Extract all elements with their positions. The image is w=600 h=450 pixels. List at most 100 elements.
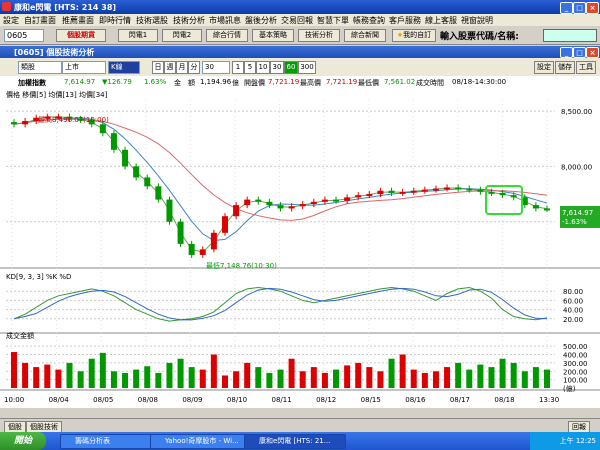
menu-window-help[interactable]: 視窗說明: [461, 15, 493, 26]
amount-label: 金: [174, 79, 181, 87]
index-name: 加權指數: [18, 79, 46, 87]
period-day-button[interactable]: 日: [152, 61, 164, 74]
maximize-button[interactable]: □: [573, 2, 586, 14]
interval-5-button[interactable]: 5: [244, 61, 256, 74]
x-tick-label: 08/10: [227, 396, 247, 404]
chart-type-select[interactable]: K線: [108, 61, 140, 74]
menu-smart-order[interactable]: 智慧下單: [317, 15, 349, 26]
type-select[interactable]: 類股: [18, 61, 62, 74]
toolbar: 0605 個股期貨 閃電1 閃電2 綜合行情 基本策略 技術分析 綜合新聞 ★我…: [0, 26, 600, 45]
interval-1-button[interactable]: 1: [232, 61, 244, 74]
task-chip-analysis[interactable]: 籌碼分析表: [60, 434, 156, 449]
menu-customer-service[interactable]: 客戶服務: [389, 15, 421, 26]
candle: [11, 122, 17, 125]
low-label: 最低價: [358, 79, 379, 87]
candle: [177, 221, 184, 244]
time-label: 成交時間: [416, 79, 444, 87]
period-minute-button[interactable]: 分: [188, 61, 200, 74]
candle: [510, 195, 517, 198]
x-tick-label: 08/18: [494, 396, 514, 404]
stock-futures-button[interactable]: 個股期貨: [56, 29, 106, 42]
candle: [421, 189, 428, 192]
interval-60-button[interactable]: 60: [284, 61, 298, 74]
save-button[interactable]: 儲存: [555, 61, 575, 74]
price-tick-label: 8,000.00: [561, 163, 592, 171]
menu-tech-screener[interactable]: 技術選股: [136, 15, 168, 26]
composite-quotes-button[interactable]: 綜合行情: [206, 29, 248, 42]
candle: [299, 204, 306, 207]
candle: [244, 199, 251, 206]
candle: [366, 194, 373, 197]
menu-settings[interactable]: 設定: [3, 15, 19, 26]
lightning2-button[interactable]: 閃電2: [162, 29, 202, 42]
menu-after-hours[interactable]: 盤後分析: [245, 15, 277, 26]
volume-bar: [544, 369, 550, 388]
x-tick-label: 08/15: [361, 396, 381, 404]
menu-realtime-quotes[interactable]: 即時行情: [99, 15, 131, 26]
open-label: 開盤價: [244, 79, 265, 87]
stock-search-input[interactable]: [543, 29, 597, 42]
last-change-label: -1.63%: [562, 218, 587, 226]
basic-strategy-button[interactable]: 基本策略: [252, 29, 294, 42]
volume-bar: [233, 371, 240, 388]
volume-bar: [455, 362, 462, 388]
menu-account[interactable]: 帳務查詢: [353, 15, 385, 26]
volume-bar: [99, 352, 106, 388]
index-change: ▼126.79: [102, 78, 132, 86]
panel-minimize-button[interactable]: _: [560, 47, 573, 58]
volume-bar: [11, 352, 17, 388]
menu-trade-report[interactable]: 交易回報: [281, 15, 313, 26]
volume-bar: [510, 362, 517, 388]
x-tick-label: 13:30: [539, 396, 559, 404]
menu-market-news[interactable]: 市場訊息: [209, 15, 241, 26]
candle: [477, 189, 484, 192]
volume-unit-label: (億): [563, 384, 576, 393]
volume-bar: [44, 364, 51, 388]
composite-news-button[interactable]: 綜合新聞: [344, 29, 386, 42]
volume-tick-label: 300.00: [563, 360, 588, 368]
interval-30-button[interactable]: 30: [270, 61, 284, 74]
amount-unit: 億: [232, 79, 239, 87]
period-month-button[interactable]: 月: [176, 61, 188, 74]
close-button[interactable]: ×: [586, 2, 599, 14]
menu-online-support[interactable]: 線上客服: [425, 15, 457, 26]
menu-tech-analysis[interactable]: 技術分析: [173, 15, 205, 26]
menu-recommended[interactable]: 推薦畫面: [62, 15, 94, 26]
volume-tick-label: 200.00: [563, 368, 588, 376]
candle: [333, 199, 340, 202]
settings-button[interactable]: 設定: [534, 61, 554, 74]
minimize-button[interactable]: _: [560, 2, 573, 14]
technical-chart[interactable]: 8,500.008,000.007,500.0080.0060.0040.002…: [0, 88, 600, 408]
volume-bar: [166, 362, 173, 388]
minute-select[interactable]: 30: [202, 61, 230, 74]
low-value: 7,561.02: [384, 78, 416, 86]
volume-bar: [421, 372, 428, 388]
interval-10-button[interactable]: 10: [256, 61, 270, 74]
tech-analysis-button[interactable]: 技術分析: [298, 29, 340, 42]
x-tick-label: 08/09: [182, 396, 202, 404]
interval-300-button[interactable]: 300: [298, 61, 316, 74]
candle: [310, 201, 317, 205]
volume-bar: [466, 369, 473, 388]
volume-bar: [188, 367, 195, 388]
volume-bar: [244, 362, 251, 388]
favorites-button[interactable]: ★我的自訂: [392, 29, 436, 42]
stock-code-input[interactable]: 0605: [4, 29, 44, 42]
start-button[interactable]: 開始: [0, 432, 46, 450]
amount-label-2: 額: [188, 79, 195, 87]
volume-tick-label: 500.00: [563, 343, 588, 351]
period-week-button[interactable]: 週: [164, 61, 176, 74]
candle: [488, 191, 495, 194]
panel-maximize-button[interactable]: □: [573, 47, 586, 58]
tools-button[interactable]: 工具: [576, 61, 596, 74]
market-select[interactable]: 上市: [62, 61, 106, 74]
window-title: 康和e閃電 [HTS: 214 38]: [14, 3, 117, 12]
lightning1-button[interactable]: 閃電1: [118, 29, 158, 42]
task-yahoo[interactable]: Yahoo!奇摩股市 - Wi...: [150, 434, 252, 449]
menu-custom-screen[interactable]: 自訂畫面: [24, 15, 56, 26]
task-app[interactable]: 康和e閃電 [HTS: 21...: [244, 434, 346, 449]
panel-close-button[interactable]: ×: [586, 47, 599, 58]
candle: [344, 197, 351, 201]
volume-bar: [255, 367, 262, 388]
candle: [255, 199, 262, 202]
